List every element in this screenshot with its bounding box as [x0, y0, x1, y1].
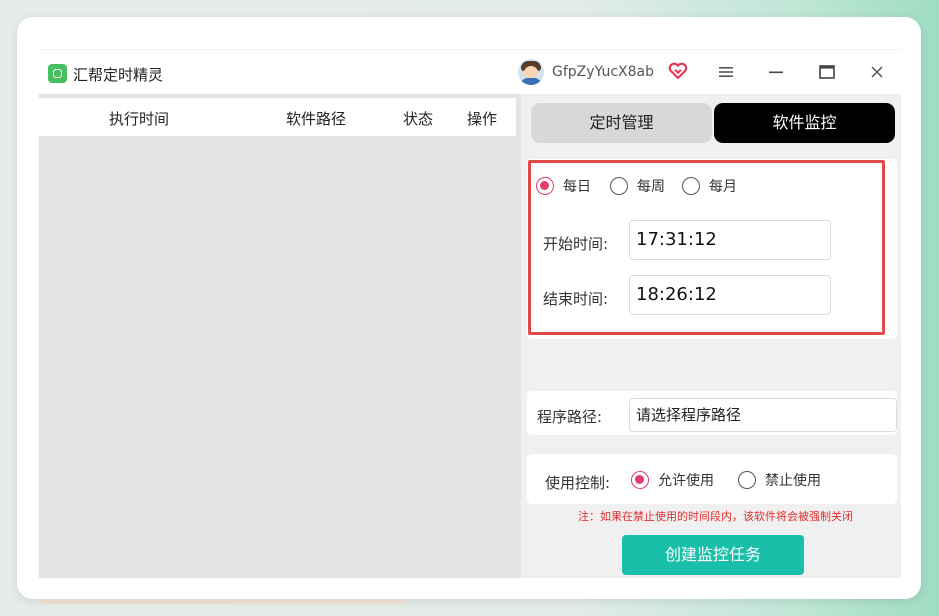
maximize-icon[interactable] [818, 63, 836, 81]
task-table: 执行时间 软件路径 状态 操作 [39, 94, 521, 578]
warning-note: 注：如果在禁止使用的时间段内，该软件将会被强制关闭 [578, 510, 853, 523]
frequency-option-weekly[interactable]: 每周 [610, 176, 665, 196]
frequency-label-monthly: 每月 [709, 179, 737, 195]
bottom-accent-bar [40, 600, 405, 604]
user-name[interactable]: GfpZyYucX8ab [552, 64, 654, 80]
frequency-label-daily: 每日 [563, 179, 591, 195]
minimize-icon[interactable] [767, 63, 785, 81]
column-header-path: 软件路径 [286, 110, 347, 128]
vip-heart-icon[interactable] [668, 61, 688, 81]
tab-software-monitor[interactable]: 软件监控 [714, 103, 895, 143]
end-time-input[interactable]: 18:26:12 [629, 275, 831, 315]
frequency-option-daily[interactable]: 每日 [536, 176, 591, 196]
usage-label-deny: 禁止使用 [765, 473, 821, 489]
monitor-panel: 定时管理 软件监控 每日 每周 每月 开始时间: 17:31:12 结束时间: … [521, 94, 901, 578]
frequency-label-weekly: 每周 [637, 179, 665, 195]
radio-weekly[interactable] [610, 177, 628, 195]
program-path-label: 程序路径: [537, 408, 603, 426]
frequency-option-monthly[interactable]: 每月 [682, 176, 737, 196]
menu-icon[interactable] [717, 63, 735, 81]
usage-control-label: 使用控制: [545, 474, 611, 492]
create-monitor-task-button[interactable]: 创建监控任务 [622, 535, 804, 575]
radio-allow[interactable] [631, 471, 649, 489]
title-bar: 汇帮定时精灵 GfpZyYucX8ab [39, 50, 901, 94]
table-header: 执行时间 软件路径 状态 操作 [39, 98, 516, 136]
column-header-status: 状态 [403, 110, 434, 128]
usage-option-allow[interactable]: 允许使用 [631, 470, 714, 490]
radio-deny[interactable] [738, 471, 756, 489]
usage-label-allow: 允许使用 [658, 473, 714, 489]
program-path-input[interactable]: 请选择程序路径 [629, 398, 897, 432]
usage-option-deny[interactable]: 禁止使用 [738, 470, 821, 490]
column-header-time: 执行时间 [109, 110, 170, 128]
app-title: 汇帮定时精灵 [73, 66, 164, 84]
radio-monthly[interactable] [682, 177, 700, 195]
end-time-label: 结束时间: [543, 290, 609, 308]
close-icon[interactable] [868, 63, 886, 81]
app-logo-icon [48, 64, 67, 83]
column-header-action: 操作 [467, 110, 498, 128]
user-avatar-icon[interactable] [518, 59, 544, 85]
tab-schedule-management[interactable]: 定时管理 [531, 103, 712, 143]
app-window: 汇帮定时精灵 GfpZyYucX8ab 执行时间 软件路径 状态 操作 定时管理… [39, 49, 901, 578]
start-time-label: 开始时间: [543, 235, 609, 253]
radio-daily[interactable] [536, 177, 554, 195]
start-time-input[interactable]: 17:31:12 [629, 220, 831, 260]
